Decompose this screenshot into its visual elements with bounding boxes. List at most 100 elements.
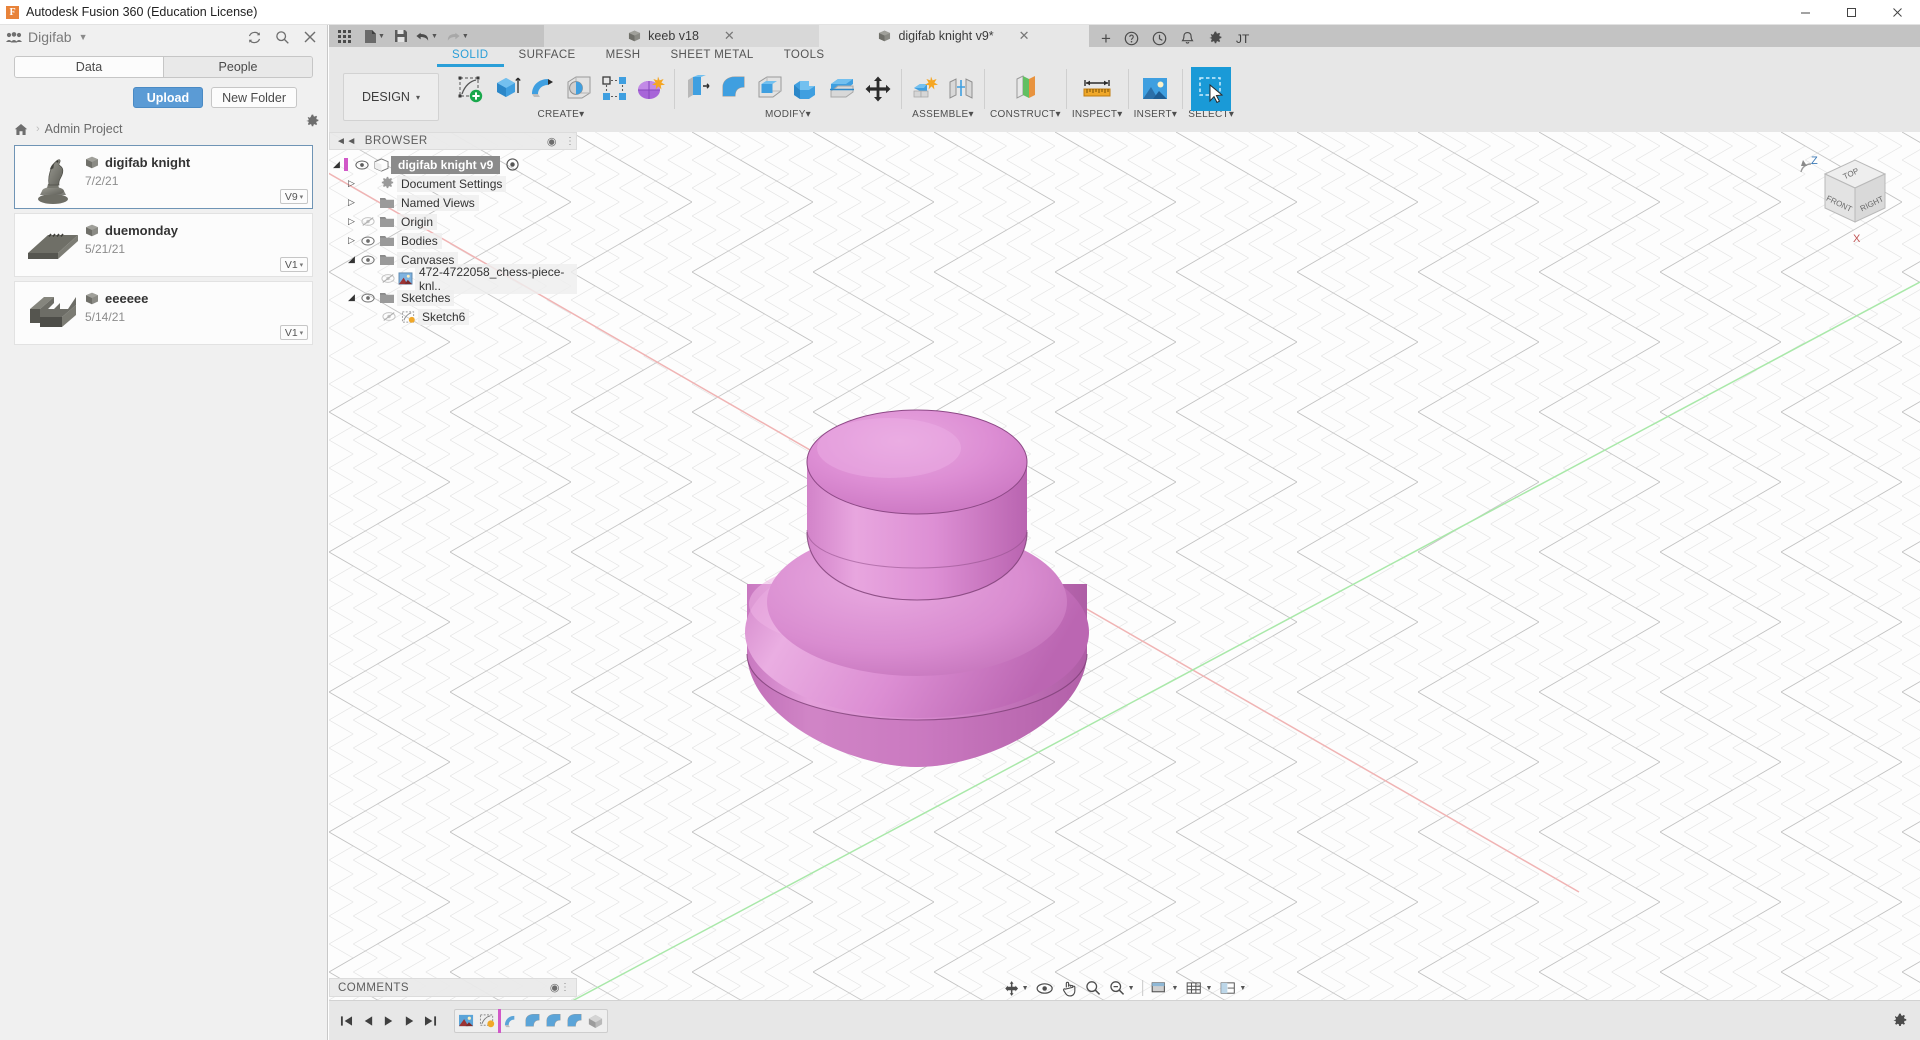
ribbon-tab-tools[interactable]: TOOLS: [769, 49, 840, 67]
visibility-eye-off-icon[interactable]: [380, 311, 398, 322]
tab-data[interactable]: Data: [15, 57, 163, 77]
look-at-icon[interactable]: [1033, 976, 1058, 1000]
list-item[interactable]: eeeeee 5/14/21 V1 ▾: [14, 281, 313, 345]
job-status-icon[interactable]: [1152, 31, 1167, 46]
display-settings-icon[interactable]: ▼: [1148, 976, 1183, 1000]
hub-chevron-down-icon[interactable]: ▼: [79, 32, 88, 42]
document-tab-keeb[interactable]: keeb v18 ✕: [544, 25, 819, 47]
version-badge[interactable]: V9 ▾: [280, 189, 308, 204]
app-grid-icon[interactable]: [329, 25, 359, 47]
undo-chevron-down-icon[interactable]: ▼: [431, 33, 438, 40]
comments-panel[interactable]: COMMENTS ◉ ⋮: [329, 978, 577, 997]
close-icon[interactable]: ✕: [724, 28, 735, 44]
home-icon[interactable]: [14, 123, 28, 136]
combine-icon[interactable]: [788, 67, 824, 111]
go-to-end-icon[interactable]: [421, 1010, 440, 1032]
ribbon-tab-surface[interactable]: SURFACE: [504, 49, 591, 67]
panel-dot-icon[interactable]: ◉: [547, 135, 557, 148]
visibility-eye-icon[interactable]: [359, 254, 377, 265]
form-icon[interactable]: [633, 67, 669, 111]
chevron-down-icon[interactable]: ▼: [1205, 985, 1212, 992]
tree-node-origin[interactable]: ▷ Origin: [329, 212, 577, 231]
revolve-icon[interactable]: [525, 67, 561, 111]
maximize-button[interactable]: [1828, 0, 1874, 25]
chevron-down-icon[interactable]: ▼: [1172, 985, 1179, 992]
search-icon[interactable]: [275, 30, 290, 45]
chevron-down-icon[interactable]: ▼: [1239, 985, 1246, 992]
version-badge[interactable]: V1 ▾: [280, 257, 308, 272]
panel-dot-icon[interactable]: ◉: [550, 981, 560, 994]
breadcrumb-project[interactable]: Admin Project: [45, 122, 123, 136]
panel-grip-icon[interactable]: ⋮: [560, 982, 570, 993]
close-icon[interactable]: ✕: [1019, 28, 1030, 44]
visibility-eye-icon[interactable]: [359, 292, 377, 303]
close-panel-icon[interactable]: [303, 30, 317, 44]
collapse-left-icon[interactable]: ◄◄: [336, 136, 357, 147]
expand-arrow-icon[interactable]: ◢: [329, 159, 344, 170]
timeline-settings-gear-icon[interactable]: [1892, 1013, 1908, 1029]
tree-node-document-settings[interactable]: ▷ Document Settings: [329, 174, 577, 193]
activate-component-icon[interactable]: [506, 158, 519, 171]
step-back-icon[interactable]: [358, 1010, 377, 1032]
workspace-switcher[interactable]: DESIGN ▾: [343, 73, 439, 121]
rectangular-pattern-icon[interactable]: [597, 67, 633, 111]
play-icon[interactable]: [379, 1010, 398, 1032]
expand-arrow-icon[interactable]: ▷: [344, 178, 359, 189]
tree-node-named-views[interactable]: ▷ Named Views: [329, 193, 577, 212]
joint-icon[interactable]: [943, 67, 979, 111]
new-file-chevron-down-icon[interactable]: ▼: [378, 33, 385, 40]
data-panel-settings-gear-icon[interactable]: [305, 114, 320, 129]
zoom-icon[interactable]: [1082, 976, 1106, 1000]
fillet3-feature-icon[interactable]: [564, 1010, 585, 1031]
account-avatar[interactable]: JT: [1236, 32, 1257, 46]
new-folder-button[interactable]: New Folder: [211, 87, 297, 108]
extrude-icon[interactable]: [489, 67, 525, 111]
timeline-track[interactable]: [454, 1008, 608, 1033]
visibility-eye-icon[interactable]: [353, 159, 371, 170]
gear-icon[interactable]: [1208, 31, 1223, 46]
list-item[interactable]: duemonday 5/21/21 V1 ▾: [14, 213, 313, 277]
fillet-icon[interactable]: [716, 67, 752, 111]
expand-arrow-icon[interactable]: ▷: [344, 216, 359, 227]
visibility-eye-off-icon[interactable]: [380, 273, 397, 284]
orbit-icon[interactable]: ▼: [999, 976, 1033, 1000]
zoom-fit-icon[interactable]: ▼: [1106, 976, 1139, 1000]
grid-snap-icon[interactable]: ▼: [1182, 976, 1216, 1000]
tab-people[interactable]: People: [163, 57, 312, 77]
split-face-icon[interactable]: [824, 67, 860, 111]
hole-icon[interactable]: [561, 67, 597, 111]
help-icon[interactable]: [1124, 31, 1139, 46]
move-copy-icon[interactable]: [860, 67, 896, 111]
expand-arrow-icon[interactable]: ◢: [344, 254, 359, 265]
tree-node-bodies[interactable]: ▷ Bodies: [329, 231, 577, 250]
expand-arrow-icon[interactable]: ◢: [344, 292, 359, 303]
insert-canvas-icon[interactable]: [1135, 67, 1175, 111]
canvas-feature-icon[interactable]: [456, 1010, 477, 1031]
viewports-icon[interactable]: ▼: [1216, 976, 1250, 1000]
visibility-eye-icon[interactable]: [359, 235, 377, 246]
tree-node-canvas-image[interactable]: 472-4722058_chess-piece-knl..: [329, 263, 577, 294]
chevron-down-icon[interactable]: ▼: [1128, 985, 1135, 992]
ribbon-tab-mesh[interactable]: MESH: [591, 49, 656, 67]
appearance-feature-icon[interactable]: [585, 1010, 606, 1031]
sketch-feature-icon[interactable]: [477, 1010, 498, 1031]
expand-arrow-icon[interactable]: ▷: [344, 235, 359, 246]
new-component-icon[interactable]: [907, 67, 943, 111]
bell-icon[interactable]: [1180, 31, 1195, 46]
fillet2-feature-icon[interactable]: [543, 1010, 564, 1031]
ribbon-tab-sheet-metal[interactable]: SHEET METAL: [655, 49, 768, 67]
document-tab-digifab-knight[interactable]: digifab knight v9* ✕: [819, 25, 1089, 47]
version-badge[interactable]: V1 ▾: [280, 325, 308, 340]
add-tab-button[interactable]: +: [1101, 30, 1111, 47]
close-button[interactable]: [1874, 0, 1920, 25]
list-item[interactable]: digifab knight 7/2/21 V9 ▾: [14, 145, 313, 209]
measure-icon[interactable]: [1077, 67, 1117, 111]
go-to-beginning-ic on[interactable]: [337, 1010, 356, 1032]
revolve-feature-icon[interactable]: [501, 1010, 522, 1031]
tree-node-sketch6[interactable]: Sketch6: [329, 307, 577, 326]
minimize-button[interactable]: [1782, 0, 1828, 25]
press-pull-icon[interactable]: [680, 67, 716, 111]
hub-name[interactable]: Digifab: [28, 29, 72, 45]
ribbon-tab-solid[interactable]: SOLID: [437, 49, 504, 67]
save-icon[interactable]: [390, 25, 412, 47]
